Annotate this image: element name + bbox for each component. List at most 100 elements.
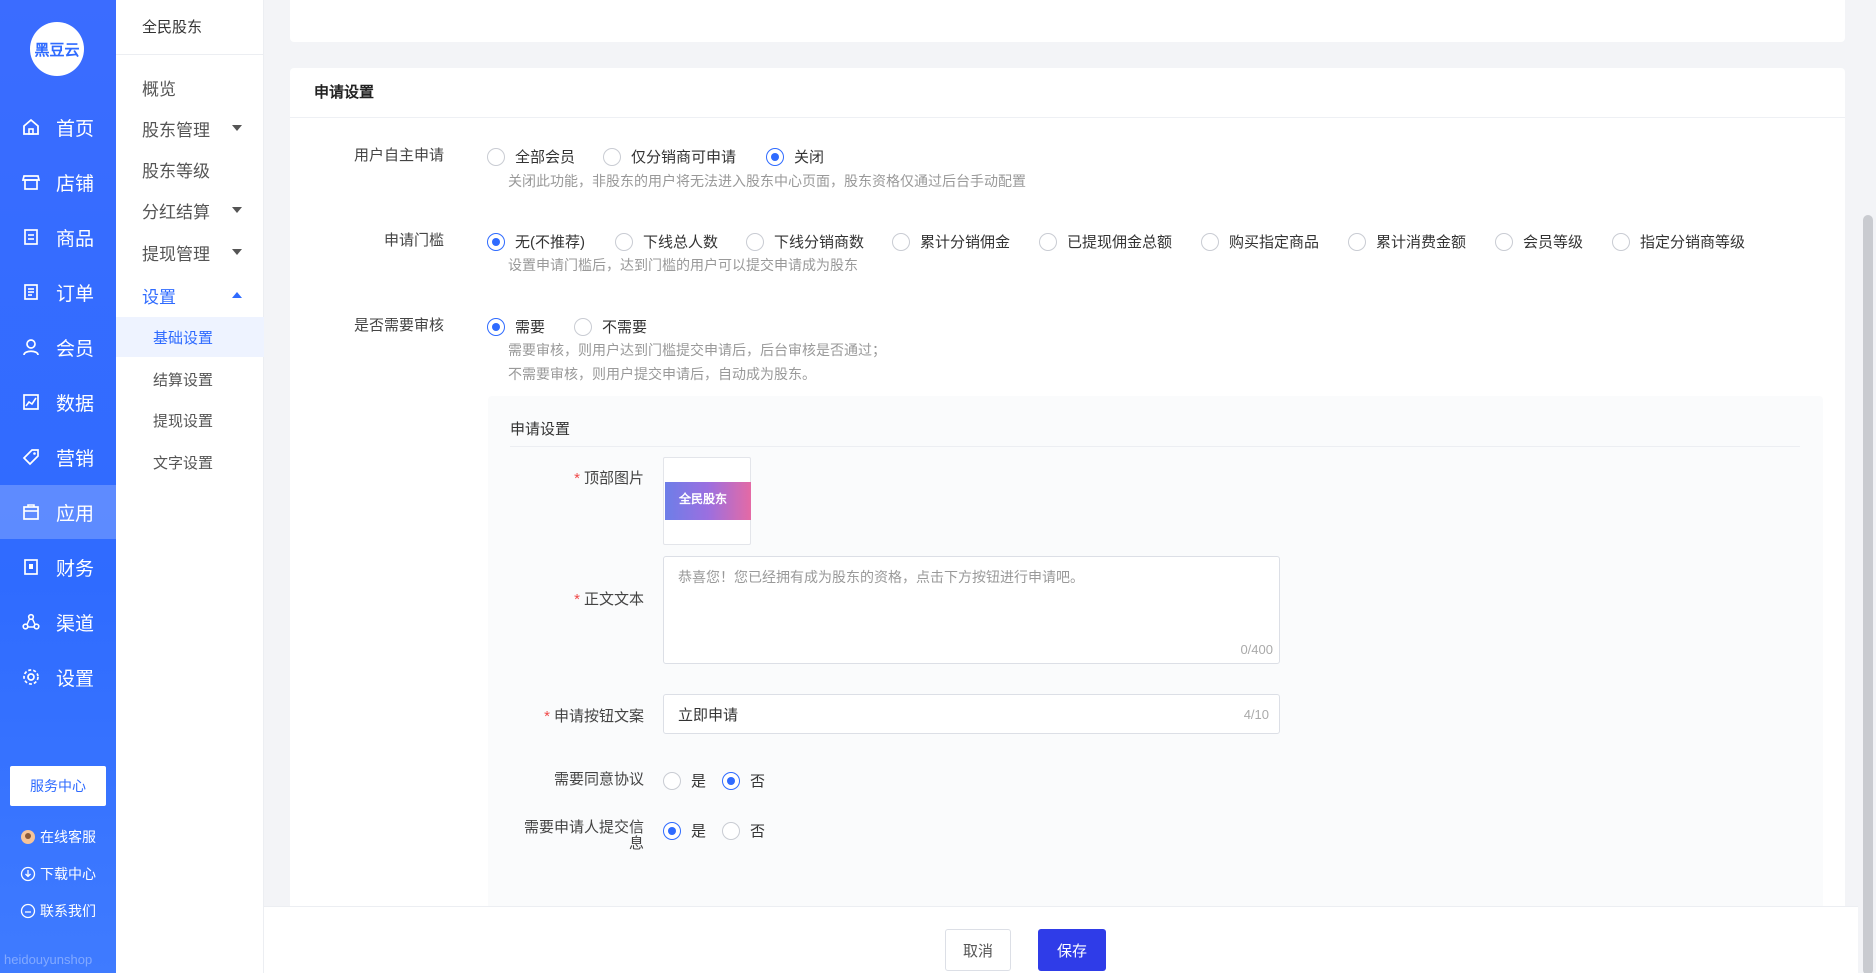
- self-apply-option-close[interactable]: 关闭: [766, 146, 824, 167]
- radio-label: 指定分销商等级: [1640, 234, 1746, 251]
- nav-item-home[interactable]: 首页: [0, 100, 116, 154]
- nav-label: 订单: [56, 283, 95, 305]
- self-apply-option-all[interactable]: 全部会员: [487, 146, 575, 167]
- page-scrollbar[interactable]: [1858, 0, 1876, 973]
- radio-circle: [615, 232, 633, 251]
- nav-item-data[interactable]: 数据: [0, 375, 116, 429]
- cancel-button[interactable]: 取消: [945, 929, 1011, 971]
- nav-item-finance[interactable]: 财务: [0, 540, 116, 594]
- download-center-link[interactable]: 下载中心: [20, 864, 96, 884]
- nav-item-member[interactable]: 会员: [0, 320, 116, 374]
- agree-protocol-option-yes[interactable]: 是: [663, 770, 706, 791]
- threshold-option-buy-product[interactable]: 购买指定商品: [1201, 231, 1319, 252]
- sub-item-dividend[interactable]: 分红结算: [116, 190, 264, 230]
- threshold-option-total-commission[interactable]: 累计分销佣金: [892, 231, 1010, 252]
- radio-label: 累计分销佣金: [920, 234, 1011, 251]
- sub-item-overview[interactable]: 概览: [116, 67, 264, 107]
- nav-label: 首页: [56, 118, 95, 140]
- nav-item-store[interactable]: 店铺: [0, 155, 116, 209]
- save-button[interactable]: 保存: [1038, 929, 1106, 971]
- radio-label: 是: [691, 773, 707, 790]
- sub-child-basic-settings[interactable]: 基础设置: [116, 317, 264, 357]
- online-service-link[interactable]: 在线客服: [20, 827, 96, 847]
- radio-circle: [1495, 232, 1513, 251]
- nav-item-goods[interactable]: 商品: [0, 210, 116, 264]
- apply-settings-card: 申请设置 用户自主申请 全部会员 仅分销商可申请 关闭 关闭此功能，非股东的用户…: [290, 68, 1845, 973]
- submit-info-label-line1: 需要申请人提交信: [523, 819, 644, 836]
- radio-label: 否: [750, 823, 766, 840]
- finance-icon: [20, 556, 42, 578]
- review-option-no-need[interactable]: 不需要: [574, 316, 647, 337]
- self-apply-option-distributor[interactable]: 仅分销商可申请: [603, 146, 736, 167]
- download-icon: [20, 866, 36, 882]
- body-text-textarea[interactable]: 恭喜您！您已经拥有成为股东的资格，点击下方按钮进行申请吧。 0/400: [663, 556, 1280, 664]
- nav-label: 设置: [56, 668, 95, 690]
- nav-label: 营销: [56, 448, 95, 470]
- sub-item-shareholder-manage[interactable]: 股东管理: [116, 108, 264, 148]
- threshold-option-withdrawn-commission[interactable]: 已提现佣金总额: [1039, 231, 1172, 252]
- review-option-need[interactable]: 需要: [487, 316, 545, 337]
- radio-circle: [487, 147, 505, 166]
- button-text-input[interactable]: 立即申请 4/10: [663, 694, 1280, 734]
- nav-item-order[interactable]: 订单: [0, 265, 116, 319]
- radio-circle: [746, 232, 764, 251]
- member-icon: [20, 336, 42, 358]
- submit-info-option-yes[interactable]: 是: [663, 820, 706, 841]
- radio-label: 需要: [515, 319, 546, 336]
- radio-label: 全部会员: [515, 149, 576, 166]
- service-center-button[interactable]: 服务中心: [10, 766, 106, 806]
- nav-item-channel[interactable]: 渠道: [0, 595, 116, 649]
- top-image-upload[interactable]: 全民股东: [663, 457, 751, 545]
- nav-item-app[interactable]: 应用: [0, 485, 116, 539]
- main-nav: 黑豆云 首页 店铺 商品 订单 会员 数据 营销 应用 财务 渠道 设置 服务中…: [0, 0, 116, 973]
- radio-label: 无(不推荐): [515, 234, 585, 251]
- nav-label: 财务: [56, 558, 95, 580]
- sub-item-shareholder-level[interactable]: 股东等级: [116, 149, 264, 189]
- threshold-option-downline-total[interactable]: 下线总人数: [615, 231, 718, 252]
- threshold-option-downline-distributors[interactable]: 下线分销商数: [746, 231, 864, 252]
- sub-item-withdraw[interactable]: 提现管理: [116, 232, 264, 272]
- sub-item-settings[interactable]: 设置: [116, 275, 264, 315]
- scrollbar-thumb[interactable]: [1863, 215, 1873, 973]
- app-icon: [20, 501, 42, 523]
- radio-circle-checked: [487, 317, 505, 336]
- threshold-option-distributor-level[interactable]: 指定分销商等级: [1612, 231, 1745, 252]
- top-image-preview-text: 全民股东: [679, 492, 728, 506]
- radio-circle: [1201, 232, 1219, 251]
- threshold-option-member-level[interactable]: 会员等级: [1495, 231, 1583, 252]
- sub-child-text-settings[interactable]: 文字设置: [116, 442, 264, 482]
- body-text-placeholder: 恭喜您！您已经拥有成为股东的资格，点击下方按钮进行申请吧。: [678, 569, 1084, 585]
- sub-item-label: 概览: [142, 79, 176, 99]
- contact-icon: [20, 903, 36, 919]
- service-avatar-icon: [20, 829, 36, 845]
- button-text-value: 立即申请: [678, 706, 739, 724]
- sub-child-settlement-settings[interactable]: 结算设置: [116, 359, 264, 399]
- sub-child-withdraw-settings[interactable]: 提现设置: [116, 400, 264, 440]
- agree-protocol-option-no[interactable]: 否: [722, 770, 765, 791]
- body-text-label-text: 正文文本: [583, 591, 644, 608]
- chevron-up-icon: [232, 292, 242, 298]
- radio-label: 购买指定商品: [1229, 234, 1320, 251]
- radio-circle-checked: [766, 147, 784, 166]
- sub-item-label: 设置: [142, 287, 176, 307]
- nav-item-marketing[interactable]: 营销: [0, 430, 116, 484]
- radio-circle-checked: [722, 771, 740, 790]
- review-label: 是否需要审核: [353, 317, 444, 334]
- radio-circle: [574, 317, 592, 336]
- contact-us-label: 联系我们: [40, 903, 96, 919]
- button-text-counter: 4/10: [1243, 707, 1269, 722]
- sub-nav-title: 全民股东: [116, 0, 263, 55]
- radio-label: 否: [750, 773, 766, 790]
- top-image-label: * 顶部图片: [508, 467, 644, 488]
- radio-circle: [1348, 232, 1366, 251]
- submit-info-option-no[interactable]: 否: [722, 820, 765, 841]
- store-icon: [20, 171, 42, 193]
- contact-us-link[interactable]: 联系我们: [20, 901, 96, 921]
- nav-item-settings[interactable]: 设置: [0, 650, 116, 704]
- nav-label: 渠道: [56, 613, 95, 635]
- review-hint-no-need: 不需要审核，则用户提交申请后，自动成为股东。: [508, 366, 816, 382]
- threshold-option-none[interactable]: 无(不推荐): [487, 231, 585, 252]
- radio-label: 累计消费金额: [1376, 234, 1467, 251]
- top-image-label-text: 顶部图片: [583, 470, 644, 487]
- threshold-option-total-spend[interactable]: 累计消费金额: [1348, 231, 1466, 252]
